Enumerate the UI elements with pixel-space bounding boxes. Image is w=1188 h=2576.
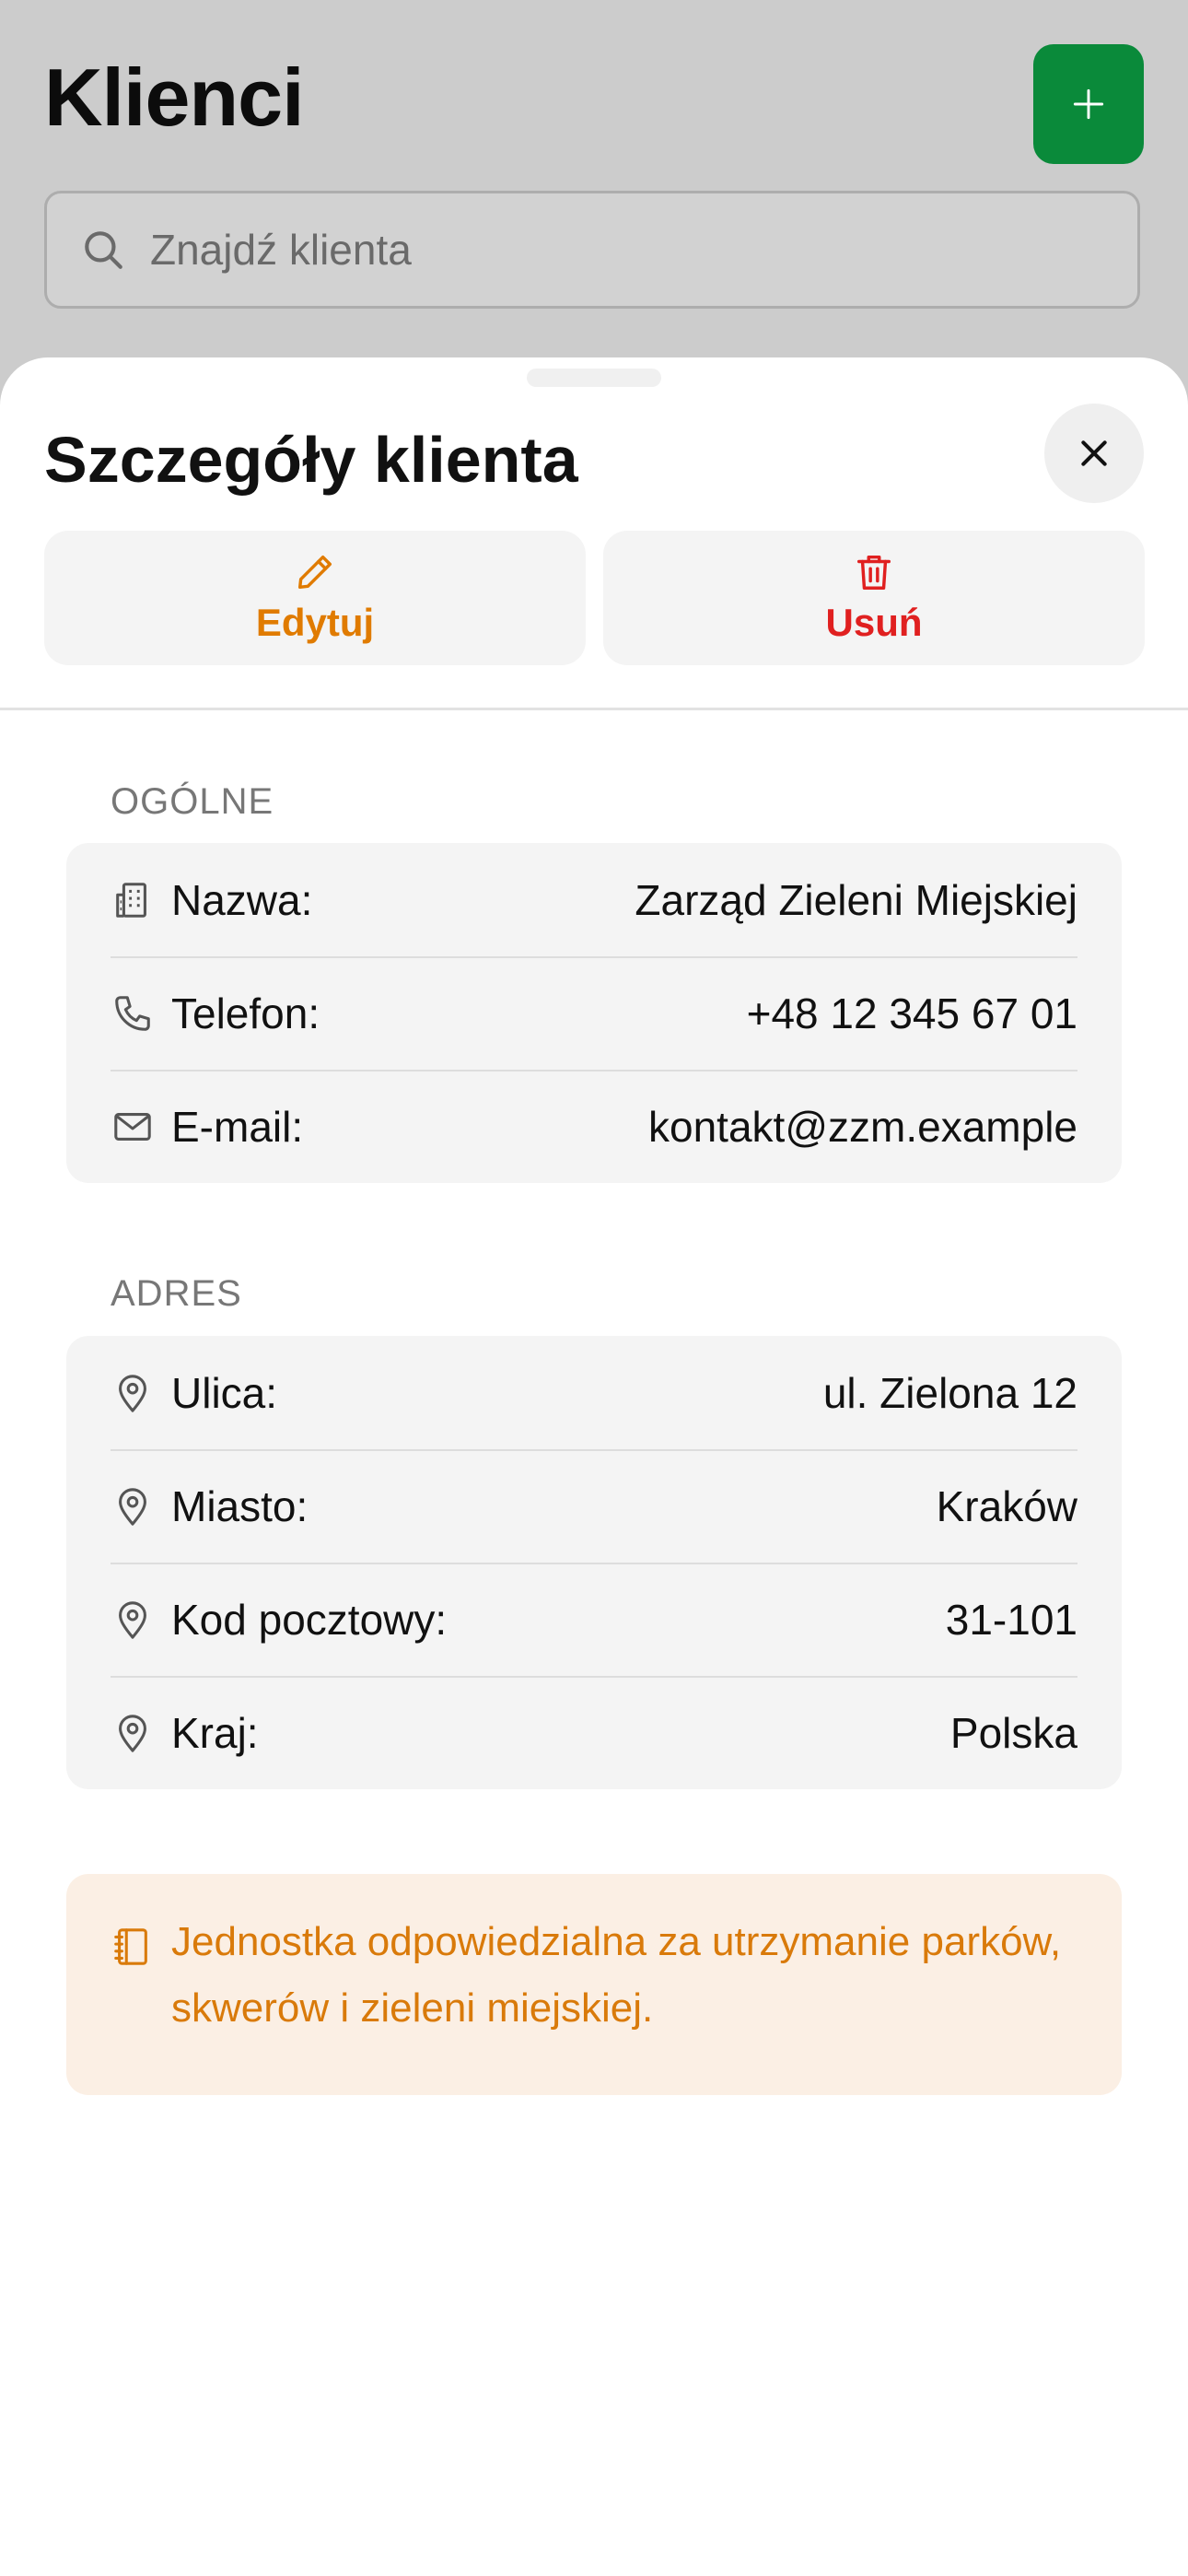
name-value: Zarząd Zieleni Miejskiej: [635, 875, 1077, 924]
add-client-button[interactable]: [1033, 44, 1144, 164]
name-label: Nazwa:: [171, 875, 313, 924]
email-value[interactable]: kontakt@zzm.example: [648, 1102, 1077, 1152]
map-pin-icon: [111, 1484, 155, 1528]
phone-icon: [111, 991, 155, 1036]
general-card: Nazwa: Zarząd Zieleni Miejskiej Telefon:…: [66, 843, 1122, 1183]
sheet-title: Szczegóły klienta: [44, 424, 578, 496]
close-icon: [1081, 440, 1107, 466]
header-divider: [0, 708, 1188, 710]
row-name: Nazwa: Zarząd Zieleni Miejskiej: [66, 843, 1122, 956]
street-value: ul. Zielona 12: [822, 1368, 1077, 1417]
mail-icon: [111, 1105, 155, 1149]
row-postal-code: Kod pocztowy: 31-101: [66, 1563, 1122, 1676]
row-phone: Telefon: +48 12 345 67 01: [66, 956, 1122, 1070]
row-street: Ulica: ul. Zielona 12: [66, 1336, 1122, 1449]
city-label: Miasto:: [171, 1481, 309, 1530]
map-pin-icon: [111, 1598, 155, 1642]
street-label: Ulica:: [171, 1368, 278, 1417]
page-title: Klienci: [44, 52, 305, 143]
search-icon: [80, 227, 126, 273]
search-input[interactable]: [148, 224, 1073, 275]
notebook-icon: [111, 1926, 153, 1968]
sheet-grabber[interactable]: [527, 369, 661, 387]
city-value: Kraków: [936, 1481, 1077, 1530]
postal-code-value: 31-101: [945, 1595, 1077, 1644]
country-label: Kraj:: [171, 1708, 259, 1757]
edit-button[interactable]: Edytuj: [44, 531, 586, 665]
row-city: Miasto: Kraków: [66, 1449, 1122, 1563]
pencil-icon: [297, 555, 332, 590]
note-text: Jednostka odpowiedzialna za utrzymanie p…: [171, 1919, 1062, 2031]
search-field[interactable]: [44, 191, 1140, 309]
address-card: Ulica: ul. Zielona 12 Miasto: Kraków Kod…: [66, 1336, 1122, 1789]
row-country: Kraj: Polska: [66, 1676, 1122, 1789]
section-label-address: ADRES: [111, 1273, 242, 1314]
delete-button[interactable]: Usuń: [603, 531, 1145, 665]
client-details-sheet: Szczegóły klienta Edytuj Usuń OGÓLNE Naz…: [0, 357, 1188, 2576]
delete-label: Usuń: [825, 601, 923, 644]
map-pin-icon: [111, 1371, 155, 1415]
plus-icon: [1073, 88, 1104, 120]
edit-label: Edytuj: [255, 601, 375, 644]
country-value: Polska: [949, 1708, 1077, 1757]
close-button[interactable]: [1044, 404, 1144, 503]
map-pin-icon: [111, 1711, 155, 1755]
section-label-general: OGÓLNE: [111, 781, 274, 822]
client-note: Jednostka odpowiedzialna za utrzymanie p…: [66, 1874, 1122, 2095]
email-label: E-mail:: [171, 1102, 304, 1151]
row-email: E-mail: kontakt@zzm.example: [66, 1070, 1122, 1183]
building-icon: [111, 878, 155, 922]
phone-value[interactable]: +48 12 345 67 01: [747, 989, 1077, 1038]
phone-label: Telefon:: [171, 989, 320, 1037]
postal-code-label: Kod pocztowy:: [171, 1595, 448, 1644]
trash-icon: [856, 555, 891, 590]
